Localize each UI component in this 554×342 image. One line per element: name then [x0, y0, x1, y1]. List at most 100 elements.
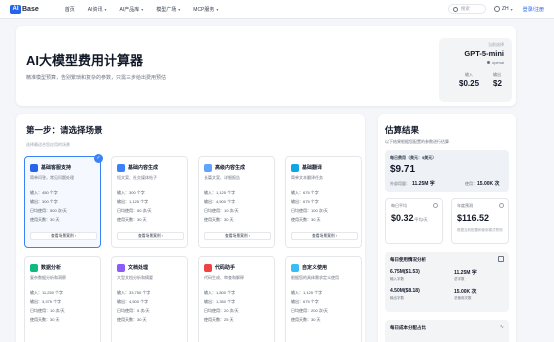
scenario-input: 输入：300 个字 — [117, 190, 145, 195]
nav-item-mcp[interactable]: MCP服务 ▾ — [193, 6, 218, 13]
usage-count-value: 15.00K 次 — [477, 181, 500, 187]
scenario-title: 高级内容生成 — [215, 165, 246, 171]
token-usage-label: 外部用量： — [390, 181, 410, 186]
scenario-desc: 简单文本翻译任务 — [291, 175, 323, 180]
scenario-icon — [30, 164, 38, 172]
scenario-desc: 简单问答，常见问题处理 — [30, 175, 74, 180]
usage-analysis-title: 每日使用情况分析 — [390, 257, 426, 262]
results-panel: 估算结果 以下结果根据您配置的参数进行估算 每日费用（美元：$美元） $9.71… — [378, 114, 516, 342]
chart-icon[interactable] — [498, 256, 504, 262]
nav-item-home[interactable]: 首页 — [65, 6, 75, 13]
info-icon[interactable] — [499, 203, 504, 208]
scenario-icon — [117, 264, 125, 272]
scenario-output: 输出：675 个字 — [291, 299, 319, 304]
scenario-panel: 第一步：请选择场景 选择最适合您应用的场景 ✓ 基础客服支持 简单问答，常见问题处理… — [16, 114, 365, 342]
daily-average-label: 每日平均 — [391, 203, 407, 208]
usage-count-label: 使用： — [465, 181, 477, 186]
logo-text: Base — [22, 5, 39, 13]
input-price: $0.25 — [459, 79, 480, 88]
top-right-tools: 搜索 ZH ▾ 登录/注册 — [447, 4, 544, 14]
scenario-daily-usage: 日均使用：500 次/天 — [30, 208, 67, 213]
scenario-desc: 根据您的具体需求定义使用 — [291, 275, 339, 280]
model-provider: openai — [486, 60, 504, 65]
scenario-desc: 短文案、社交媒体帖子 — [117, 175, 157, 180]
daily-average-box: 每日平均 $0.32/平均/天 — [385, 198, 443, 244]
scenario-output: 输出：3,375 个字 — [30, 299, 62, 304]
scenario-card[interactable]: 数据分析 复杂数据分析和洞察 输入：11,250 个字 输出：3,375 个字 日均使用… — [24, 256, 101, 342]
scenario-output: 输出：675 个字 — [291, 199, 319, 204]
info-icon[interactable] — [433, 203, 438, 208]
daily-cost-label: 每日费用（美元：$美元） — [390, 155, 437, 160]
scenario-daily-usage: 日均使用：10 次/天 — [204, 208, 239, 213]
cost-breakdown-title: 每日成本分配占比 — [390, 325, 426, 330]
yearly-forecast-value: $116.52 — [457, 213, 490, 223]
scenario-card[interactable]: 文档处理 大型文档分析和摘要 输入：33,750 个字 输出：4,500 个字 日均使用… — [111, 256, 188, 342]
scenario-icon — [204, 264, 212, 272]
language-switcher[interactable]: ZH ▾ — [493, 6, 513, 12]
nav-item-ai-products[interactable]: AI产品库 ▾ — [120, 6, 144, 13]
stat-label: 输入字数 — [390, 277, 404, 281]
search-icon — [452, 6, 458, 12]
stat-value: 15.00K 次 — [454, 289, 477, 295]
nav-item-model-plaza[interactable]: 模型广场 ▾ — [156, 6, 180, 13]
scenario-title: 基础翻译 — [302, 165, 323, 171]
check-icon: ✓ — [94, 154, 103, 163]
scenario-days: 使用天数：30 天 — [117, 317, 147, 322]
output-price-label: 输出 — [493, 72, 501, 77]
scenario-days: 使用天数：30 天 — [30, 317, 60, 322]
stat-value: 11.25M 字 — [454, 270, 477, 276]
scenario-desc: 大型文档分析和摘要 — [117, 275, 153, 280]
selected-model-card[interactable]: 当前选择 GPT-5-mini openai 输入 输出 $0.25 $2 — [439, 38, 512, 102]
scenario-daily-usage: 日均使用：5 次/天 — [117, 308, 150, 313]
scenario-input: 输入：450 个字 — [30, 190, 58, 195]
scenario-icon — [291, 164, 299, 172]
scenario-output: 输出：300 个字 — [30, 199, 58, 204]
view-case-button[interactable]: 查看场景案例 › — [117, 232, 184, 240]
scenario-input: 输入：11,250 个字 — [30, 290, 64, 295]
daily-cost-box: 每日费用（美元：$美元） $9.71 外部用量： 11.25M 字 使用： 15… — [385, 150, 509, 192]
scenario-card[interactable]: 代码助手 代码生成、审查和解释 输入：1,800 个字 输出：1,350 个字 日均使用… — [198, 256, 275, 342]
step-subtitle: 选择最适合您应用的场景 — [26, 142, 70, 147]
scenario-card[interactable]: ✓ 基础客服支持 简单问答，常见问题处理 输入：450 个字 输出：300 个字 日均使用… — [24, 154, 103, 248]
yearly-forecast-box: 年度预测 $116.52 根据当前配置和使用模式预测 — [451, 198, 509, 244]
scenario-output: 输出：1,350 个字 — [204, 299, 236, 304]
scenario-icon — [291, 264, 299, 272]
top-nav-bar: AI Base 首页 AI资讯 ▾ AI产品库 ▾ 模型广场 ▾ MCP服务 ▾ 搜索 … — [0, 0, 554, 19]
yearly-forecast-note: 根据当前配置和使用模式预测 — [457, 228, 503, 232]
scenario-icon — [204, 164, 212, 172]
scenario-card[interactable]: 基础翻译 简单文本翻译任务 输入：675 个字 输出：675 个字 日均使用：100 次… — [285, 156, 362, 248]
login-link[interactable]: 登录/注册 — [523, 6, 544, 13]
view-case-button[interactable]: 查看场景案例 › — [204, 232, 271, 240]
view-case-button[interactable]: 查看场景案例 › — [30, 232, 97, 240]
main-nav: 首页 AI资讯 ▾ AI产品库 ▾ 模型广场 ▾ MCP服务 ▾ — [65, 6, 232, 13]
search-input[interactable]: 搜索 — [447, 4, 486, 14]
scenario-output: 输出：4,500 个字 — [117, 299, 149, 304]
trend-icon[interactable]: ∿ — [500, 324, 504, 330]
view-case-button[interactable]: 查看场景案例 › — [291, 232, 358, 240]
token-usage-value: 11.25M 字 — [412, 181, 435, 187]
site-logo[interactable]: AI Base — [10, 4, 39, 14]
scenario-output: 输出：4,500 个字 — [204, 199, 236, 204]
scenario-daily-usage: 日均使用：10 次/天 — [30, 308, 65, 313]
nav-item-ai-news[interactable]: AI资讯 ▾ — [88, 6, 107, 13]
scenario-card[interactable]: 自定义使用 根据您的具体需求定义使用 输入：1,125 个字 输出：675 个字 日均使… — [285, 256, 362, 342]
scenario-days: 使用天数：30 天 — [291, 217, 321, 222]
provider-icon — [486, 61, 490, 64]
scenario-days: 使用天数：30 天 — [204, 217, 234, 222]
results-subtitle: 以下结果根据您配置的参数进行估算 — [385, 139, 449, 144]
scenario-title: 文档处理 — [128, 265, 149, 271]
scenario-desc: 代码生成、审查和解释 — [204, 275, 244, 280]
scenario-card[interactable]: 基础内容生成 短文案、社交媒体帖子 输入：300 个字 输出：1,125 个字 日均使用… — [111, 156, 188, 248]
scenario-days: 使用天数：30 天 — [117, 217, 147, 222]
scenario-title: 代码助手 — [215, 265, 236, 271]
scenario-title: 数据分析 — [41, 265, 62, 271]
scenario-input: 输入：1,125 个字 — [291, 290, 323, 295]
usage-analysis-box: 每日使用情况分析 6.75M($1.53) 输入字数 11.25M 字 总字数 … — [385, 252, 509, 312]
daily-cost-value: $9.71 — [390, 164, 416, 175]
scenario-icon — [30, 264, 38, 272]
model-name: GPT-5-mini — [464, 49, 504, 58]
page-subtitle: 精准模型预算，告别繁琐和复杂的参数，只需三步给出费用预估 — [26, 75, 167, 81]
scenario-card[interactable]: 高级内容生成 长篇文案、详细报告 输入：1,125 个字 输出：4,500 个字 日均使… — [198, 156, 275, 248]
scenario-days: 使用天数：25 天 — [204, 317, 234, 322]
chevron-down-icon: ▾ — [510, 6, 513, 12]
